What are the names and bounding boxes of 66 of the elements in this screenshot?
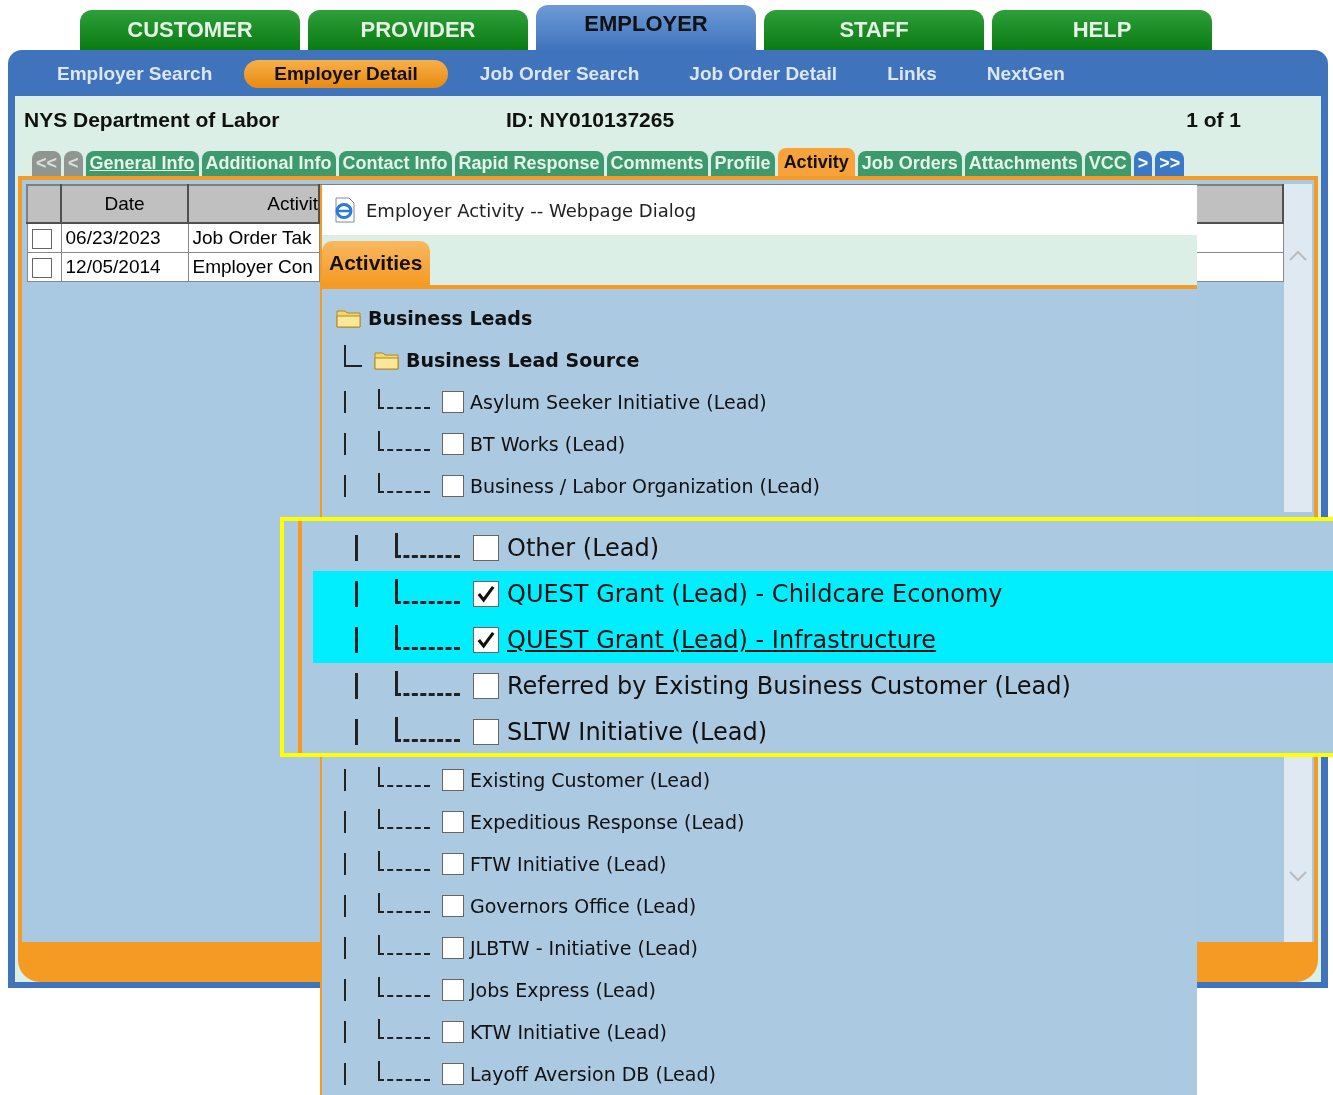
- checkbox[interactable]: [442, 391, 464, 413]
- tree-item-label[interactable]: FTW Initiative (Lead): [470, 853, 667, 875]
- employer-id: ID: NY010137265: [506, 108, 676, 132]
- tree-node-label[interactable]: Business Lead Source: [406, 349, 640, 371]
- nav-link[interactable]: Job Order Detail: [671, 60, 856, 88]
- tree-item-label[interactable]: Other (Lead): [507, 534, 660, 562]
- table-cell: 06/23/2023: [61, 223, 188, 253]
- tree-item-label[interactable]: Jobs Express (Lead): [470, 979, 656, 1001]
- column-header[interactable]: Activit: [188, 185, 319, 223]
- checkbox[interactable]: [442, 937, 464, 959]
- tree-item-label[interactable]: Asylum Seeker Initiative (Lead): [470, 391, 767, 413]
- checkbox[interactable]: [442, 769, 464, 791]
- checkbox[interactable]: [442, 433, 464, 455]
- checkbox[interactable]: [31, 258, 52, 278]
- main-tab[interactable]: PROVIDER: [308, 10, 528, 50]
- nav-link[interactable]: NextGen: [968, 60, 1083, 88]
- table-cell: Job Order Tak: [188, 223, 319, 253]
- tree-item-label[interactable]: Expeditious Response (Lead): [470, 811, 745, 833]
- column-header[interactable]: Date: [61, 185, 188, 223]
- table-cell: Employer Con: [188, 252, 319, 282]
- checkbox[interactable]: [442, 811, 464, 833]
- checkbox[interactable]: [473, 581, 499, 607]
- main-tab[interactable]: STAFF: [764, 10, 984, 50]
- checkbox[interactable]: [442, 1063, 464, 1085]
- tree-item-label[interactable]: BT Works (Lead): [470, 433, 626, 455]
- dialog-title: Employer Activity -- Webpage Dialog: [366, 199, 697, 221]
- checkbox[interactable]: [442, 475, 464, 497]
- activities-tab[interactable]: Activities: [322, 241, 431, 285]
- tree-item-label[interactable]: KTW Initiative (Lead): [470, 1021, 667, 1043]
- employer-name: NYS Department of Labor: [24, 108, 281, 132]
- checkbox[interactable]: [442, 979, 464, 1001]
- tree-node-label[interactable]: Business Leads: [368, 307, 533, 329]
- table-cell: 12/05/2014: [61, 252, 188, 282]
- checkbox[interactable]: [473, 673, 499, 699]
- tree-item-label[interactable]: Existing Customer (Lead): [470, 769, 711, 791]
- detail-tab[interactable]: Activity: [777, 148, 855, 176]
- tree-item-label[interactable]: Governors Office (Lead): [470, 895, 697, 917]
- checkbox[interactable]: [473, 719, 499, 745]
- tree-item-label[interactable]: Layoff Aversion DB (Lead): [470, 1063, 716, 1085]
- scrollbar-track[interactable]: [1284, 757, 1312, 942]
- tree-item-label[interactable]: SLTW Initiative (Lead): [507, 718, 768, 746]
- checkbox[interactable]: [442, 853, 464, 875]
- checkbox[interactable]: [442, 1021, 464, 1043]
- nav-link[interactable]: Employer Search: [39, 60, 231, 88]
- nav-link[interactable]: Job Order Search: [461, 60, 658, 88]
- checkbox[interactable]: [442, 895, 464, 917]
- main-tab[interactable]: CUSTOMER: [80, 10, 300, 50]
- folder-icon: [374, 350, 400, 370]
- tree-item-label[interactable]: JLBTW - Initiative (Lead): [470, 937, 699, 959]
- checkbox[interactable]: [473, 627, 499, 653]
- scrollbar-track[interactable]: [1284, 184, 1312, 512]
- record-count: 1 of 1: [1186, 108, 1241, 132]
- nav-link[interactable]: Links: [869, 60, 955, 88]
- tree-item-label[interactable]: QUEST Grant (Lead) - Childcare Economy: [507, 580, 1003, 608]
- tree-item-label[interactable]: QUEST Grant (Lead) - Infrastructure: [507, 626, 937, 654]
- tab-nav-button[interactable]: >>: [1155, 151, 1185, 176]
- browser-icon: [332, 197, 356, 223]
- main-tab[interactable]: EMPLOYER: [536, 5, 756, 50]
- nav-link[interactable]: Employer Detail: [244, 60, 448, 88]
- folder-icon: [336, 308, 362, 328]
- checkbox[interactable]: [473, 535, 499, 561]
- tree-item-label[interactable]: Business / Labor Organization (Lead): [470, 475, 820, 497]
- tree-item-label[interactable]: Referred by Existing Business Customer (Lead): [507, 672, 1071, 700]
- checkbox[interactable]: [31, 229, 52, 249]
- tab-nav-button[interactable]: >: [1133, 151, 1153, 176]
- main-tab[interactable]: HELP: [992, 10, 1212, 50]
